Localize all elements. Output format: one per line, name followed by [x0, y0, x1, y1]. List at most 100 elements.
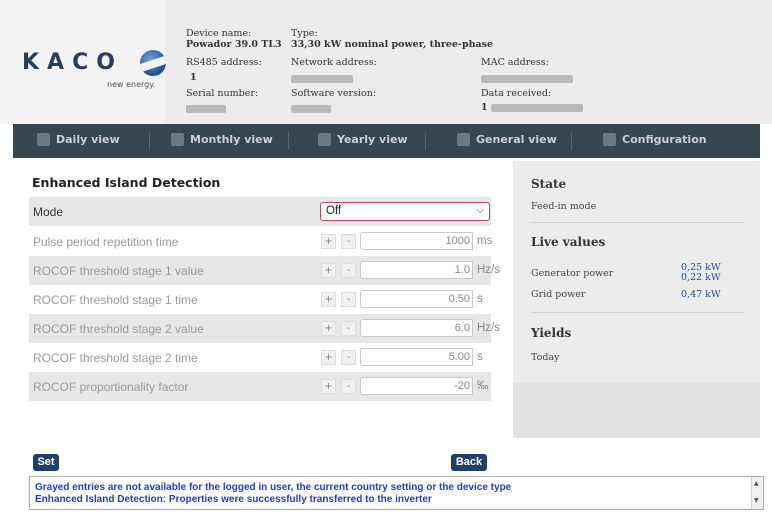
mac-address: MAC address: — [481, 57, 573, 84]
nav-monthly-view-label: Monthly view — [190, 133, 273, 146]
nav-general-view-label: General view — [476, 133, 557, 146]
decrement-button[interactable]: - — [341, 292, 356, 307]
nav-monthly-view[interactable]: Monthly view — [171, 133, 273, 146]
setting-value-input[interactable]: 6.0 — [360, 319, 473, 337]
divider — [531, 312, 745, 313]
rs485-address: RS485 address: 1 — [186, 57, 262, 83]
increment-button[interactable]: + — [321, 263, 336, 278]
rs485-value: 1 — [190, 72, 197, 83]
mode-select[interactable]: Off ⌵ — [320, 202, 490, 221]
decrement-button[interactable]: - — [341, 234, 356, 249]
increment-button[interactable]: + — [321, 350, 336, 365]
data-received-redacted — [490, 103, 583, 112]
live-values-heading: Live values — [531, 235, 606, 249]
setting-label: ROCOF threshold stage 1 value — [33, 264, 204, 278]
nav-divider — [149, 132, 150, 150]
mode-select-value: Off — [326, 205, 342, 217]
nav-divider — [288, 132, 289, 150]
setting-unit: ‰ — [477, 380, 489, 392]
setting-label: ROCOF threshold stage 2 time — [33, 351, 198, 365]
generator-power-label: Generator power — [531, 268, 614, 279]
setting-label: ROCOF threshold stage 1 time — [33, 293, 198, 307]
configuration-icon — [603, 133, 616, 146]
yields-heading: Yields — [531, 326, 572, 340]
calendar-day-icon — [37, 133, 50, 146]
setting-unit: s — [477, 351, 483, 363]
serial-label: Serial number: — [186, 88, 259, 99]
scroll-down-icon[interactable]: ▼ — [754, 497, 759, 504]
nav-divider — [571, 132, 572, 150]
device-name-value: Powador 39.0 TL3 — [186, 39, 282, 50]
settings-row-mode: Mode Off ⌵ — [29, 197, 491, 226]
data-received-value: 1 — [481, 102, 488, 113]
state-heading: State — [531, 177, 567, 191]
nav-daily-view[interactable]: Daily view — [37, 133, 120, 146]
settings-row: ROCOF proportionality factor + - -20 ‰ — [29, 372, 491, 401]
nav-divider — [425, 132, 426, 150]
setting-value-input[interactable]: 1000 — [360, 232, 473, 250]
status-panel: State Feed-in mode Live values Generator… — [513, 161, 760, 438]
serial-value-redacted — [186, 104, 226, 113]
set-button[interactable]: Set — [33, 454, 59, 471]
settings-row: ROCOF threshold stage 2 time + - 5.00 s — [29, 343, 491, 372]
nav-yearly-view-label: Yearly view — [337, 133, 408, 146]
setting-value-input[interactable]: 1.0 — [360, 261, 473, 279]
decrement-button[interactable]: - — [341, 379, 356, 394]
decrement-button[interactable]: - — [341, 263, 356, 278]
device-name-label: Device name: — [186, 28, 252, 39]
logo-text: KACO — [22, 50, 123, 75]
increment-button[interactable]: + — [321, 321, 336, 336]
setting-unit: ms — [477, 235, 493, 247]
device-type: Type: 33,30 kW nominal power, three-phas… — [291, 28, 493, 50]
nav-configuration-label: Configuration — [622, 133, 707, 146]
data-received-label: Data received: — [481, 88, 552, 99]
software-label: Software version: — [291, 88, 377, 99]
setting-unit: Hz/s — [477, 264, 500, 276]
back-button[interactable]: Back — [451, 454, 487, 471]
message-scrollbar[interactable]: ▲ ▼ — [751, 477, 763, 509]
grid-power-label: Grid power — [531, 289, 586, 300]
kaco-logo: KACO new energy. — [22, 50, 166, 89]
generator-power-value-2: 0,22 kW — [681, 272, 721, 283]
setting-unit: s — [477, 293, 483, 305]
status-panel-footer — [513, 383, 760, 438]
nav-yearly-view[interactable]: Yearly view — [318, 133, 408, 146]
settings-row: ROCOF threshold stage 1 time + - 0.50 s — [29, 285, 491, 314]
setting-value-input[interactable]: 5.00 — [360, 348, 473, 366]
setting-unit: Hz/s — [477, 322, 500, 334]
header: KACO new energy. Device name: Powador 39… — [0, 0, 772, 124]
decrement-button[interactable]: - — [341, 321, 356, 336]
increment-button[interactable]: + — [321, 234, 336, 249]
network-value-redacted — [291, 74, 353, 83]
software-version: Software version: — [291, 88, 376, 114]
data-received: Data received: 1 — [481, 88, 583, 113]
scroll-up-icon[interactable]: ▲ — [754, 480, 759, 487]
chevron-down-icon: ⌵ — [476, 205, 484, 216]
device-type-label: Type: — [291, 28, 318, 39]
nav-daily-view-label: Daily view — [56, 133, 120, 146]
settings-row: ROCOF threshold stage 2 value + - 6.0 Hz… — [29, 314, 500, 343]
mac-value-redacted — [481, 74, 573, 83]
logo-tagline: new energy. — [107, 80, 156, 89]
page-title: Enhanced Island Detection — [32, 175, 221, 190]
setting-label: ROCOF proportionality factor — [33, 380, 189, 394]
device-type-value: 33,30 kW nominal power, three-phase — [291, 39, 494, 50]
calendar-month-icon — [171, 133, 184, 146]
message-line: Enhanced Island Detection: Properties we… — [35, 494, 432, 505]
setting-value-input[interactable]: 0.50 — [360, 290, 473, 308]
increment-button[interactable]: + — [321, 379, 336, 394]
setting-label: Pulse period repetition time — [33, 235, 179, 249]
decrement-button[interactable]: - — [341, 350, 356, 365]
mac-label: MAC address: — [481, 57, 549, 68]
overview-icon — [457, 133, 470, 146]
network-address: Network address: — [291, 57, 377, 84]
setting-value-input[interactable]: -20 — [360, 377, 473, 395]
main-nav: Daily view Monthly view Yearly view Gene… — [13, 124, 760, 158]
nav-general-view[interactable]: General view — [457, 133, 557, 146]
increment-button[interactable]: + — [321, 292, 336, 307]
grid-power-value: 0,47 kW — [681, 289, 721, 300]
nav-configuration[interactable]: Configuration — [603, 133, 707, 146]
settings-row: Pulse period repetition time + - 1000 ms — [29, 227, 493, 256]
network-label: Network address: — [291, 57, 377, 68]
calendar-year-icon — [318, 133, 331, 146]
